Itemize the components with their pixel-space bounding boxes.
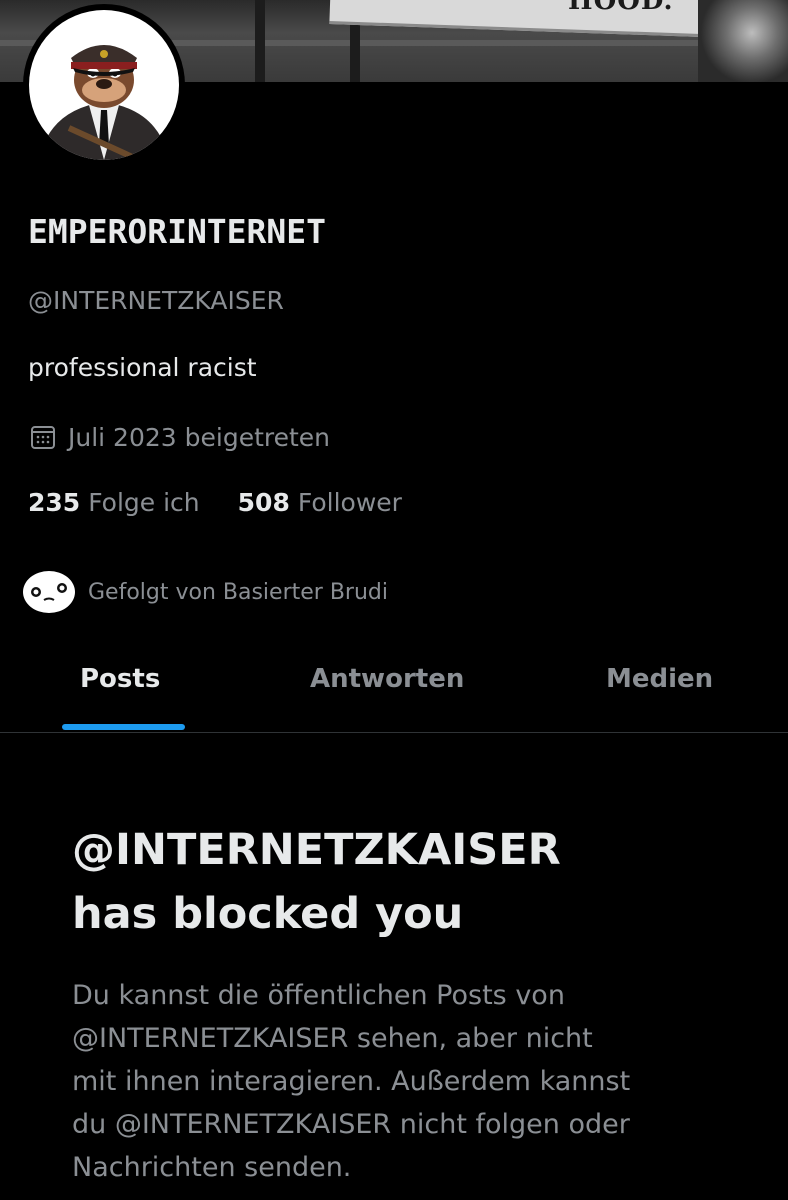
banner-tree [698,0,788,82]
following-link[interactable]: 235 Folge ich [28,488,200,517]
blocked-message-line: @INTERNETZKAISER sehen, aber nicht [72,1023,593,1054]
banner-sign-text: HOOD. [568,0,674,16]
profile-handle: @INTERNETZKAISER [28,286,284,315]
tab-posts[interactable]: Posts [80,664,160,694]
calendar-icon [28,422,58,452]
avatar-image [29,10,179,160]
following-label: Folge ich [88,488,200,517]
followers-link[interactable]: 508 Follower [238,488,402,517]
tab-media[interactable]: Medien [606,664,713,694]
followers-label: Follower [297,488,402,517]
blocked-message: Du kannst die öffentlichen Posts von @IN… [72,974,772,1189]
tab-replies[interactable]: Antworten [310,664,464,694]
blocked-message-line: Nachrichten senden. [72,1152,352,1183]
blocked-message-line: mit ihnen interagieren. Außerdem kannst [72,1066,631,1097]
followers-count: 508 [237,488,290,517]
display-name: EMPERORINTERNET [28,212,327,251]
blocked-title-line: @INTERNETZKAISER [72,825,561,875]
followed-by[interactable]: Gefolgt von Basierter Brudi [22,570,388,614]
blocked-title: @INTERNETZKAISER has blocked you [72,818,752,946]
blocked-message-line: Du kannst die öffentlichen Posts von [72,980,565,1011]
profile-avatar[interactable] [23,4,185,166]
following-count: 235 [28,488,81,517]
blocked-message-line: du @INTERNETZKAISER nicht folgen oder [72,1109,630,1140]
followed-by-text: Gefolgt von Basierter Brudi [88,579,388,605]
banner-post [255,0,265,82]
smiley-face-avatar [22,570,76,614]
joined-text: Juli 2023 beigetreten [68,422,331,452]
active-tab-indicator [62,724,185,730]
follow-stats: 235 Folge ich 508 Follower [28,488,402,517]
profile-tabs: Posts Antworten Medien [0,640,788,733]
joined-date: Juli 2023 beigetreten [28,420,330,454]
blocked-title-line: has blocked you [72,889,464,939]
profile-bio: professional racist [28,353,257,382]
